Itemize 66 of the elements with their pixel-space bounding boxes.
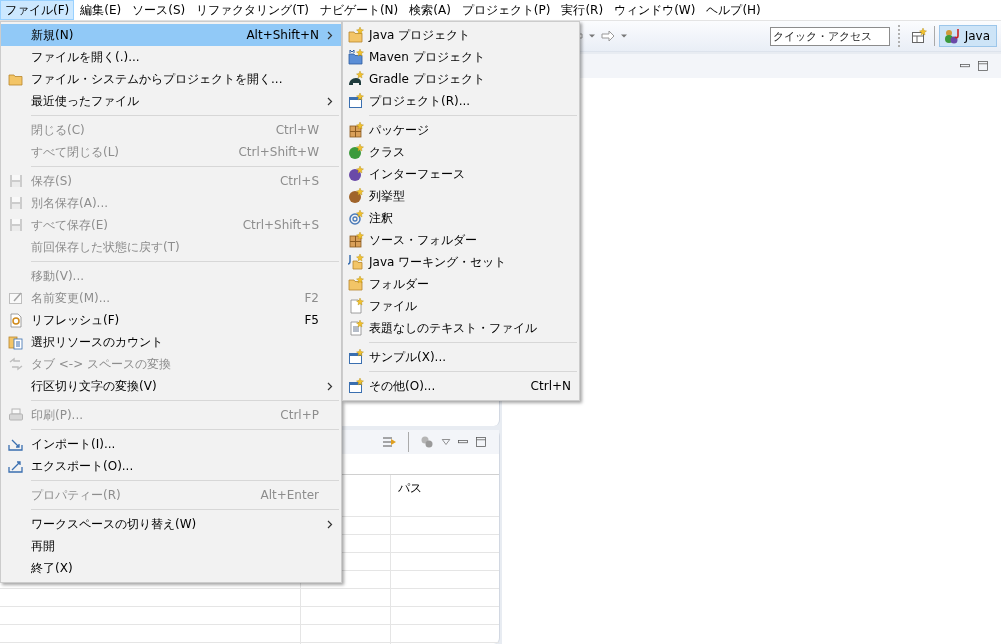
menu-item[interactable]: その他(O)... Ctrl+N — [343, 375, 579, 397]
menu-item[interactable]: Maven プロジェクト — [343, 46, 579, 68]
print-icon — [8, 407, 24, 423]
file-icon — [348, 298, 364, 314]
menu-item[interactable]: 最近使ったファイル — [1, 90, 341, 112]
project-folder-icon — [348, 27, 364, 43]
menu-bar-item[interactable]: 検索(A) — [404, 0, 456, 20]
menu-item[interactable]: プロジェクト(R)... — [343, 90, 579, 112]
menu-item[interactable]: サンプル(X)... — [343, 346, 579, 368]
export-icon — [8, 458, 24, 474]
menu-item[interactable]: クラス — [343, 141, 579, 163]
menu-item[interactable]: フォルダー — [343, 273, 579, 295]
menu-bar-item[interactable]: 実行(R) — [556, 0, 609, 20]
menu-item[interactable]: インターフェース — [343, 163, 579, 185]
package-icon — [348, 122, 364, 138]
dropdown-icon — [620, 32, 628, 40]
dropdown-icon — [588, 32, 596, 40]
new-window-icon — [348, 349, 364, 365]
menu-bar-item[interactable]: ヘルプ(H) — [701, 0, 766, 20]
maximize-icon — [475, 436, 487, 448]
menu-item[interactable]: 終了(X) — [1, 557, 341, 579]
menu-item[interactable]: ソース・フォルダー — [343, 229, 579, 251]
menu-bar-item[interactable]: ソース(S) — [127, 0, 191, 20]
menu-item[interactable]: リフレッシュ(F) F5 — [1, 309, 341, 331]
menu-item[interactable]: ワークスペースの切り替え(W) — [1, 513, 341, 535]
menu-item[interactable]: Gradle プロジェクト — [343, 68, 579, 90]
menu-item[interactable]: 行区切り文字の変換(V) — [1, 375, 341, 397]
column-header[interactable]: パス — [398, 480, 422, 497]
menu-item[interactable]: ファイルを開く(.)... — [1, 46, 341, 68]
package-icon — [348, 232, 364, 248]
menu-item[interactable]: エクスポート(O)... — [1, 455, 341, 477]
menu-item[interactable]: 注釈 — [343, 207, 579, 229]
menu-item[interactable]: 再開 — [1, 535, 341, 557]
text-file-icon — [348, 320, 364, 336]
new-window-icon — [348, 378, 364, 394]
perspective-button[interactable]: Java — [938, 25, 997, 47]
filter-icon — [382, 434, 398, 450]
project-folder-icon — [348, 49, 364, 65]
menu-item[interactable]: ファイル — [343, 295, 579, 317]
menu-bar-item[interactable]: リファクタリング(T) — [191, 0, 314, 20]
view-menu-icon — [441, 437, 451, 447]
menu-bar-item[interactable]: 編集(E) — [75, 0, 127, 20]
menu-item[interactable]: 選択リソースのカウント — [1, 331, 341, 353]
document-icon — [8, 334, 24, 350]
menu-item[interactable]: Java ワーキング・セット — [343, 251, 579, 273]
java-perspective-icon — [943, 28, 962, 44]
menu-item[interactable]: パッケージ — [343, 119, 579, 141]
new-window-icon — [348, 93, 364, 109]
menu-bar-item[interactable]: ウィンドウ(W) — [609, 0, 701, 20]
menu-item[interactable]: ファイル・システムからプロジェクトを開く... — [1, 68, 341, 90]
folder-icon — [8, 71, 24, 87]
convert-icon — [8, 356, 24, 372]
menu-item[interactable]: 新規(N) Alt+Shift+N — [1, 24, 341, 46]
forward-arrow-icon — [600, 28, 616, 44]
working-set-icon — [348, 254, 364, 270]
menu-bar-item[interactable]: ナビゲート(N) — [314, 0, 404, 20]
menu-item[interactable]: 列挙型 — [343, 185, 579, 207]
menu-item[interactable]: 表題なしのテキスト・ファイル — [343, 317, 579, 339]
folder-icon — [348, 276, 364, 292]
menu-bar-item[interactable]: プロジェクト(P) — [456, 0, 556, 20]
quick-access-field[interactable]: クイック・アクセス — [769, 26, 890, 46]
maximize-icon — [977, 60, 989, 72]
menu-item[interactable]: Java プロジェクト — [343, 24, 579, 46]
menu-bar-item[interactable]: ファイル(F) — [0, 0, 75, 20]
refresh-icon — [8, 312, 24, 328]
rename-icon — [8, 290, 24, 306]
